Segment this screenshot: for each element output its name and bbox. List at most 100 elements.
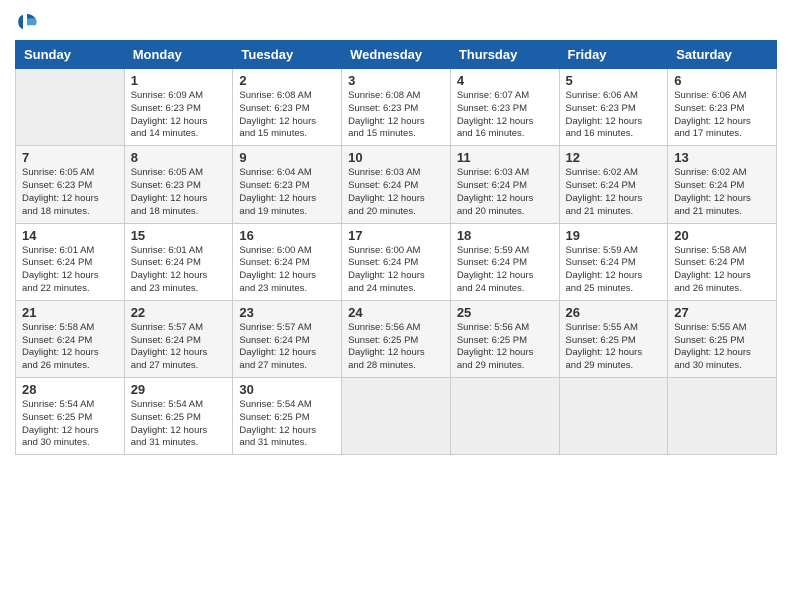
weekday-row: SundayMondayTuesdayWednesdayThursdayFrid… xyxy=(16,41,777,69)
calendar-cell: 11 Sunrise: 6:03 AM Sunset: 6:24 PM Dayli… xyxy=(450,146,559,223)
day-number: 7 xyxy=(22,150,118,165)
calendar-cell: 15 Sunrise: 6:01 AM Sunset: 6:24 PM Dayli… xyxy=(124,223,233,300)
day-info: Sunrise: 5:58 AM Sunset: 6:24 PM Dayligh… xyxy=(22,322,118,373)
day-info: Sunrise: 6:05 AM Sunset: 6:23 PM Dayligh… xyxy=(131,167,227,218)
day-info: Sunrise: 5:55 AM Sunset: 6:25 PM Dayligh… xyxy=(674,322,770,373)
day-info: Sunrise: 5:54 AM Sunset: 6:25 PM Dayligh… xyxy=(239,399,335,450)
day-info: Sunrise: 6:06 AM Sunset: 6:23 PM Dayligh… xyxy=(566,90,662,141)
weekday-header-monday: Monday xyxy=(124,41,233,69)
calendar-cell xyxy=(559,378,668,455)
day-number: 4 xyxy=(457,73,553,88)
day-number: 11 xyxy=(457,150,553,165)
calendar-cell: 20Sunrise: 5:58 AM Sunset: 6:24 PM Dayli… xyxy=(668,223,777,300)
day-number: 30 xyxy=(239,382,335,397)
day-number: 13 xyxy=(674,150,770,165)
day-number: 14 xyxy=(22,228,118,243)
calendar-cell: 18 Sunrise: 5:59 AM Sunset: 6:24 PM Dayli… xyxy=(450,223,559,300)
calendar-cell: 16Sunrise: 6:00 AM Sunset: 6:24 PM Dayli… xyxy=(233,223,342,300)
weekday-header-saturday: Saturday xyxy=(668,41,777,69)
day-number: 3 xyxy=(348,73,444,88)
day-number: 27 xyxy=(674,305,770,320)
calendar-cell: 29 Sunrise: 5:54 AM Sunset: 6:25 PM Dayli… xyxy=(124,378,233,455)
day-info: Sunrise: 6:01 AM Sunset: 6:24 PM Dayligh… xyxy=(22,245,118,296)
header xyxy=(15,10,777,34)
day-number: 17 xyxy=(348,228,444,243)
day-info: Sunrise: 5:54 AM Sunset: 6:25 PM Dayligh… xyxy=(131,399,227,450)
weekday-header-sunday: Sunday xyxy=(16,41,125,69)
day-number: 23 xyxy=(239,305,335,320)
main-container: SundayMondayTuesdayWednesdayThursdayFrid… xyxy=(0,0,792,465)
day-number: 28 xyxy=(22,382,118,397)
day-info: Sunrise: 5:59 AM Sunset: 6:24 PM Dayligh… xyxy=(457,245,553,296)
day-info: Sunrise: 6:03 AM Sunset: 6:24 PM Dayligh… xyxy=(348,167,444,218)
day-info: Sunrise: 6:04 AM Sunset: 6:23 PM Dayligh… xyxy=(239,167,335,218)
day-info: Sunrise: 6:08 AM Sunset: 6:23 PM Dayligh… xyxy=(239,90,335,141)
day-info: Sunrise: 5:54 AM Sunset: 6:25 PM Dayligh… xyxy=(22,399,118,450)
day-info: Sunrise: 5:55 AM Sunset: 6:25 PM Dayligh… xyxy=(566,322,662,373)
day-number: 9 xyxy=(239,150,335,165)
day-info: Sunrise: 6:03 AM Sunset: 6:24 PM Dayligh… xyxy=(457,167,553,218)
day-number: 10 xyxy=(348,150,444,165)
calendar-cell: 17 Sunrise: 6:00 AM Sunset: 6:24 PM Dayli… xyxy=(342,223,451,300)
day-number: 18 xyxy=(457,228,553,243)
day-number: 2 xyxy=(239,73,335,88)
calendar-week-1: 1 Sunrise: 6:09 AM Sunset: 6:23 PM Daylig… xyxy=(16,69,777,146)
calendar-cell: 28 Sunrise: 5:54 AM Sunset: 6:25 PM Dayli… xyxy=(16,378,125,455)
calendar-cell: 26 Sunrise: 5:55 AM Sunset: 6:25 PM Dayli… xyxy=(559,300,668,377)
day-number: 6 xyxy=(674,73,770,88)
calendar-week-4: 21 Sunrise: 5:58 AM Sunset: 6:24 PM Dayli… xyxy=(16,300,777,377)
calendar-cell xyxy=(450,378,559,455)
calendar-cell: 2 Sunrise: 6:08 AM Sunset: 6:23 PM Daylig… xyxy=(233,69,342,146)
calendar-cell: 24 Sunrise: 5:56 AM Sunset: 6:25 PM Dayli… xyxy=(342,300,451,377)
calendar-cell: 1 Sunrise: 6:09 AM Sunset: 6:23 PM Daylig… xyxy=(124,69,233,146)
day-number: 1 xyxy=(131,73,227,88)
logo xyxy=(15,10,43,34)
calendar-cell xyxy=(668,378,777,455)
day-info: Sunrise: 6:02 AM Sunset: 6:24 PM Dayligh… xyxy=(566,167,662,218)
day-number: 12 xyxy=(566,150,662,165)
day-number: 22 xyxy=(131,305,227,320)
day-number: 25 xyxy=(457,305,553,320)
calendar-cell: 27 Sunrise: 5:55 AM Sunset: 6:25 PM Dayli… xyxy=(668,300,777,377)
weekday-header-tuesday: Tuesday xyxy=(233,41,342,69)
day-number: 16 xyxy=(239,228,335,243)
calendar-week-2: 7 Sunrise: 6:05 AM Sunset: 6:23 PM Daylig… xyxy=(16,146,777,223)
day-info: Sunrise: 6:08 AM Sunset: 6:23 PM Dayligh… xyxy=(348,90,444,141)
calendar-cell: 3 Sunrise: 6:08 AM Sunset: 6:23 PM Daylig… xyxy=(342,69,451,146)
calendar-cell: 6 Sunrise: 6:06 AM Sunset: 6:23 PM Daylig… xyxy=(668,69,777,146)
calendar-cell xyxy=(16,69,125,146)
day-info: Sunrise: 5:59 AM Sunset: 6:24 PM Dayligh… xyxy=(566,245,662,296)
day-info: Sunrise: 5:56 AM Sunset: 6:25 PM Dayligh… xyxy=(457,322,553,373)
weekday-header-thursday: Thursday xyxy=(450,41,559,69)
calendar-cell: 10 Sunrise: 6:03 AM Sunset: 6:24 PM Dayli… xyxy=(342,146,451,223)
day-number: 15 xyxy=(131,228,227,243)
calendar-cell: 9 Sunrise: 6:04 AM Sunset: 6:23 PM Daylig… xyxy=(233,146,342,223)
calendar-cell: 5 Sunrise: 6:06 AM Sunset: 6:23 PM Daylig… xyxy=(559,69,668,146)
day-info: Sunrise: 6:01 AM Sunset: 6:24 PM Dayligh… xyxy=(131,245,227,296)
day-info: Sunrise: 5:57 AM Sunset: 6:24 PM Dayligh… xyxy=(239,322,335,373)
calendar-week-5: 28 Sunrise: 5:54 AM Sunset: 6:25 PM Dayli… xyxy=(16,378,777,455)
day-info: Sunrise: 6:09 AM Sunset: 6:23 PM Dayligh… xyxy=(131,90,227,141)
day-info: Sunrise: 6:07 AM Sunset: 6:23 PM Dayligh… xyxy=(457,90,553,141)
calendar-table: SundayMondayTuesdayWednesdayThursdayFrid… xyxy=(15,40,777,455)
weekday-header-wednesday: Wednesday xyxy=(342,41,451,69)
day-number: 21 xyxy=(22,305,118,320)
day-info: Sunrise: 6:06 AM Sunset: 6:23 PM Dayligh… xyxy=(674,90,770,141)
calendar-cell: 22Sunrise: 5:57 AM Sunset: 6:24 PM Dayli… xyxy=(124,300,233,377)
calendar-cell: 13Sunrise: 6:02 AM Sunset: 6:24 PM Dayli… xyxy=(668,146,777,223)
day-info: Sunrise: 5:56 AM Sunset: 6:25 PM Dayligh… xyxy=(348,322,444,373)
calendar-cell: 14 Sunrise: 6:01 AM Sunset: 6:24 PM Dayli… xyxy=(16,223,125,300)
day-number: 24 xyxy=(348,305,444,320)
calendar-cell xyxy=(342,378,451,455)
day-number: 20 xyxy=(674,228,770,243)
calendar-cell: 8Sunrise: 6:05 AM Sunset: 6:23 PM Daylig… xyxy=(124,146,233,223)
day-number: 26 xyxy=(566,305,662,320)
calendar-cell: 23 Sunrise: 5:57 AM Sunset: 6:24 PM Dayli… xyxy=(233,300,342,377)
day-number: 5 xyxy=(566,73,662,88)
calendar-cell: 30 Sunrise: 5:54 AM Sunset: 6:25 PM Dayli… xyxy=(233,378,342,455)
weekday-header-friday: Friday xyxy=(559,41,668,69)
calendar-week-3: 14 Sunrise: 6:01 AM Sunset: 6:24 PM Dayli… xyxy=(16,223,777,300)
day-number: 29 xyxy=(131,382,227,397)
day-info: Sunrise: 6:00 AM Sunset: 6:24 PM Dayligh… xyxy=(348,245,444,296)
calendar-cell: 4 Sunrise: 6:07 AM Sunset: 6:23 PM Daylig… xyxy=(450,69,559,146)
